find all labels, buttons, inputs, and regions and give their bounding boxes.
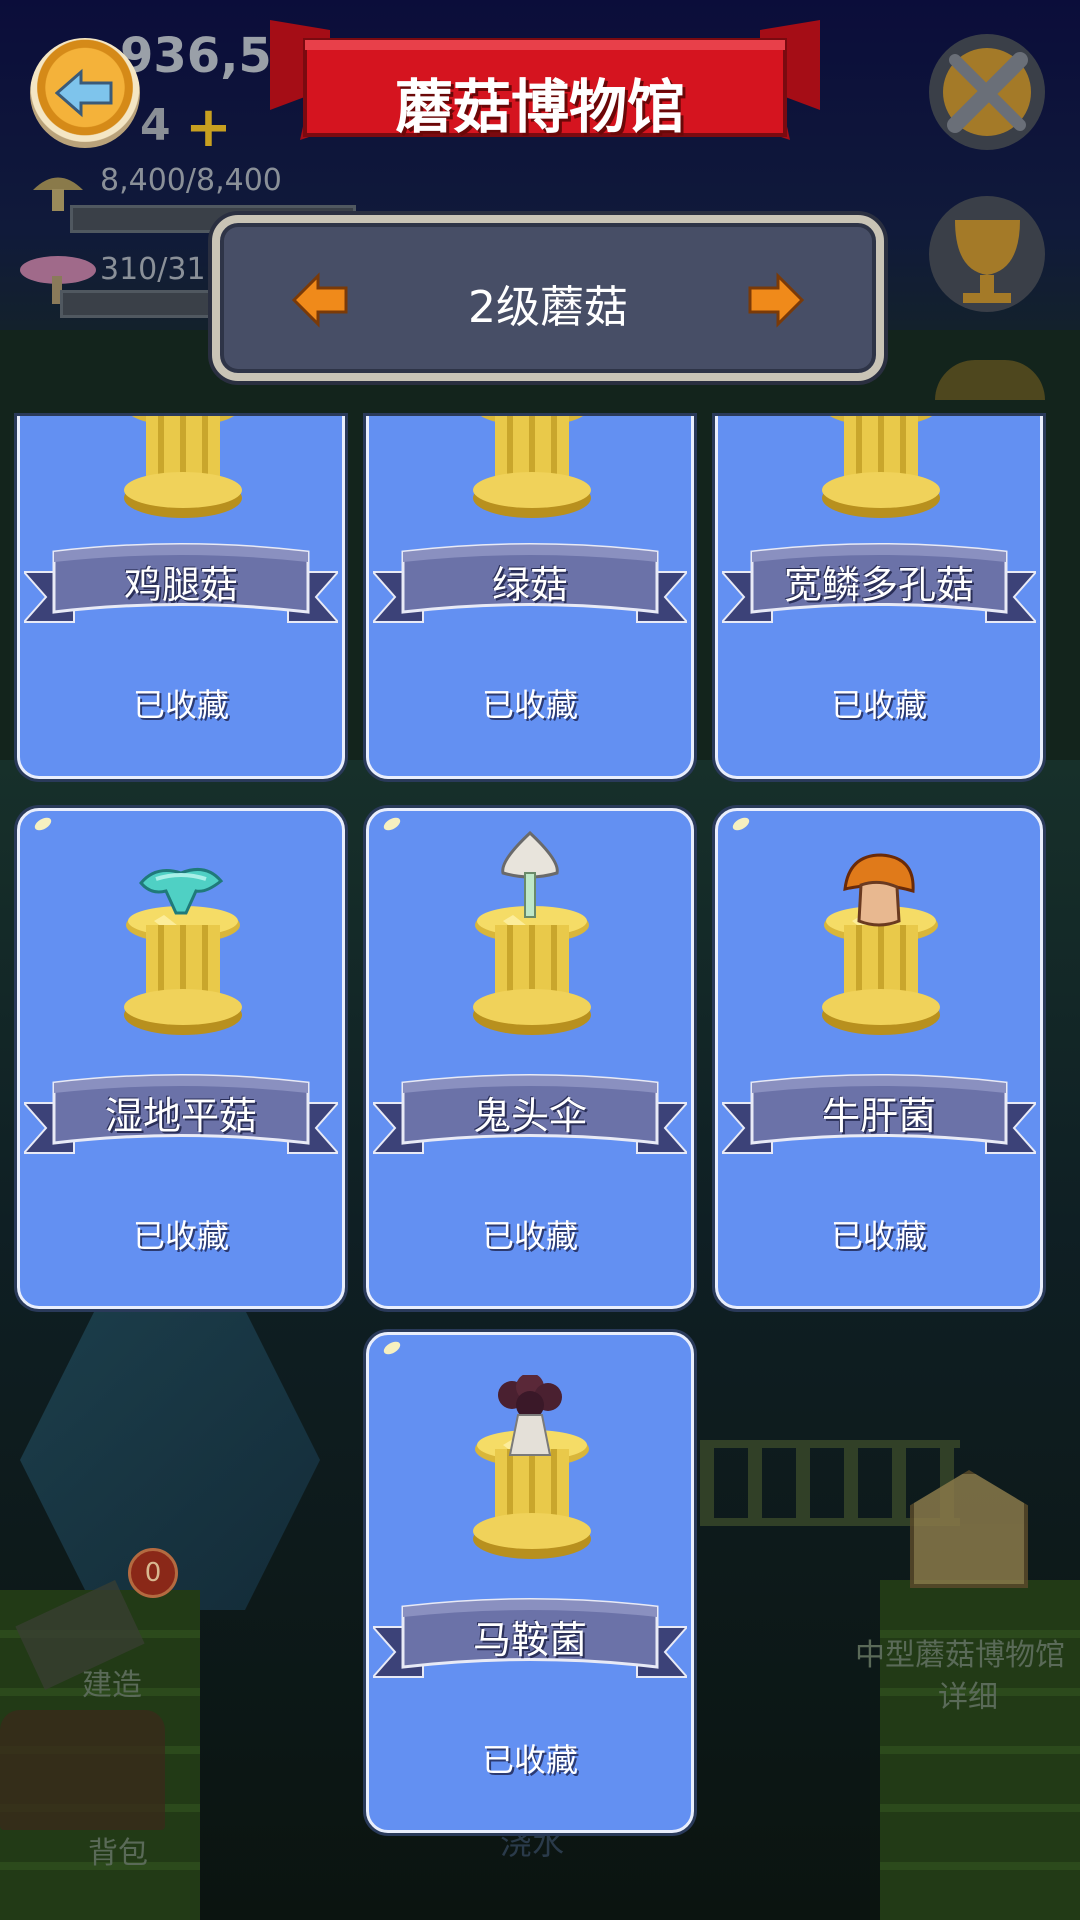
white-cap-mushroom-icon (495, 830, 565, 925)
card-shine (381, 815, 403, 833)
mushroom-card[interactable]: 鸡腿菇 已收藏 (17, 416, 345, 779)
mushroom-card[interactable]: 宽鳞多孔菇 已收藏 (715, 416, 1043, 779)
mushroom-card[interactable]: 鬼头伞 已收藏 (366, 808, 694, 1309)
teal-oyster-mushroom-icon (136, 863, 226, 927)
next-level-arrow-icon[interactable] (746, 270, 806, 330)
page-title: 蘑菇博物馆 (394, 73, 685, 141)
collected-status: 已收藏 (481, 686, 578, 724)
bag-label: 背包 (88, 1836, 148, 1871)
settings-tools-icon[interactable] (925, 30, 1050, 155)
spore-bar (60, 290, 236, 318)
card-shine (381, 1339, 403, 1357)
spore-value: 310/31 (100, 252, 206, 287)
collected-status: 已收藏 (481, 1741, 578, 1779)
detail-label: 详细 (938, 1680, 998, 1715)
collected-status: 已收藏 (830, 686, 927, 724)
mushroom-card[interactable]: 牛肝菌 已收藏 (715, 808, 1043, 1309)
mushroom-name: 湿地平菇 (104, 1094, 257, 1138)
mushroom-card[interactable]: 绿菇 已收藏 (366, 416, 694, 779)
level-selector: 2级蘑菇 (212, 215, 884, 381)
build-label: 建造 (82, 1668, 142, 1703)
gem-count: 4 (140, 100, 171, 151)
mushroom-name: 鬼头伞 (472, 1094, 587, 1138)
pedestal-icon (124, 416, 242, 530)
chest-icon (0, 1710, 165, 1830)
mushroom-name: 宽鳞多孔菇 (783, 563, 974, 607)
pedestal-icon (473, 416, 591, 530)
mushroom-name: 马鞍菌 (472, 1618, 587, 1662)
dark-saddle-mushroom-icon (490, 1373, 570, 1469)
card-shine (32, 815, 54, 833)
card-shine (730, 815, 752, 833)
trophy-icon[interactable] (925, 190, 1050, 320)
pedestal-icon (822, 416, 940, 530)
collected-status: 已收藏 (132, 686, 229, 724)
orange-bolete-mushroom-icon (839, 851, 919, 935)
mushroom-name: 绿菇 (491, 563, 568, 607)
museum-label: 中型蘑菇博物馆 (855, 1638, 1065, 1673)
mushroom-card[interactable]: 湿地平菇 已收藏 (17, 808, 345, 1309)
mushroom-name: 鸡腿菇 (123, 563, 238, 607)
back-arrow-icon (55, 68, 113, 118)
back-button[interactable] (30, 38, 140, 148)
collected-status: 已收藏 (830, 1217, 927, 1255)
add-button[interactable]: + (185, 95, 232, 160)
mushroom-card[interactable]: 马鞍菌 已收藏 (366, 1332, 694, 1833)
energy-value: 8,400/8,400 (100, 163, 282, 198)
collected-status: 已收藏 (132, 1217, 229, 1255)
build-badge: 0 (128, 1548, 178, 1598)
mushroom-name: 牛肝菌 (821, 1094, 936, 1138)
collected-status: 已收藏 (481, 1217, 578, 1255)
